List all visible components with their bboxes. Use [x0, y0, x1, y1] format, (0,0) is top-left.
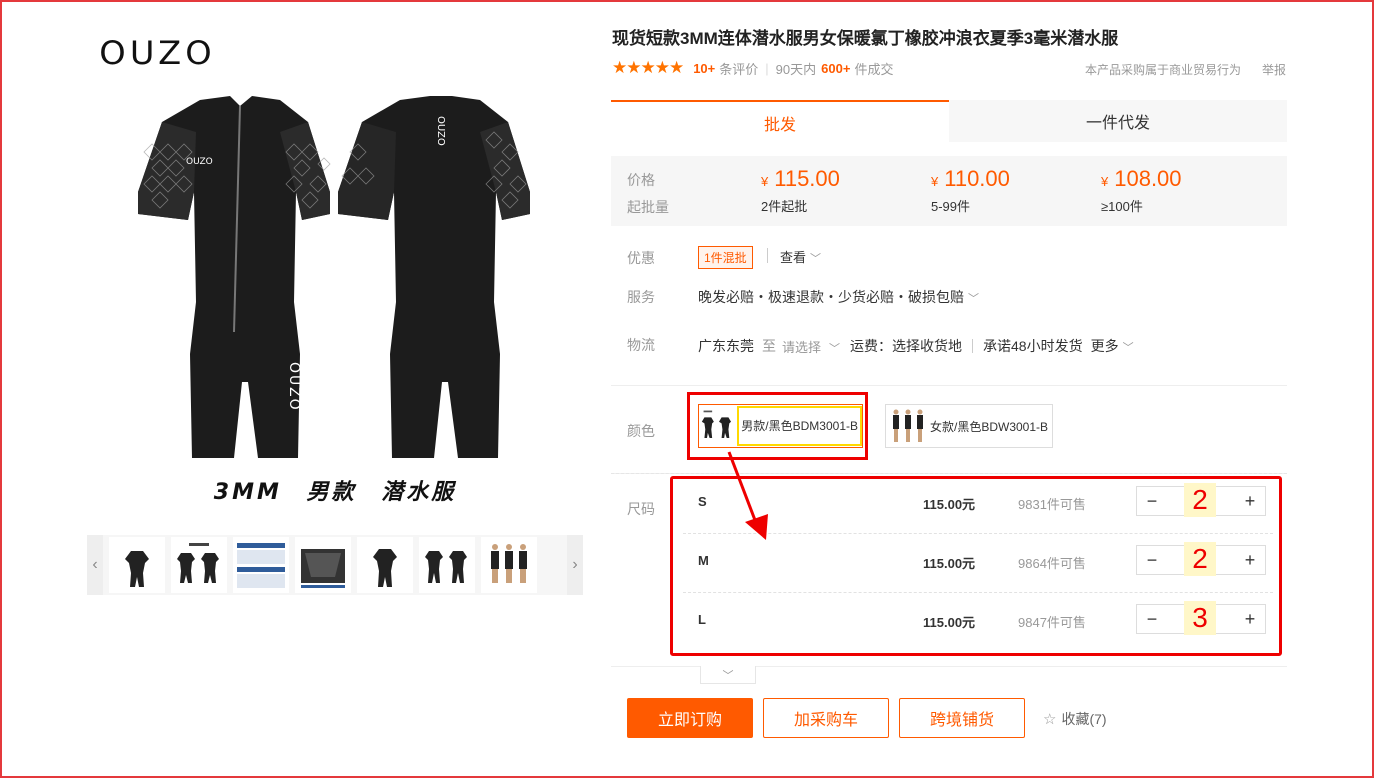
chevron-down-icon: ﹀	[810, 253, 822, 265]
wetsuit-back-image: OUZO	[338, 96, 530, 458]
discount-badge: 1件混批	[698, 246, 753, 269]
stats-divider: |	[765, 60, 769, 76]
view-discount-dropdown[interactable]: 查看 ﹀	[780, 247, 821, 266]
wetsuit-front-image: OUZO OUZO	[138, 96, 331, 458]
chevron-down-icon: ﹀	[968, 293, 979, 305]
thumbnail-2[interactable]	[171, 537, 227, 593]
thumbnail-7[interactable]	[481, 537, 537, 593]
tier-qty: 5-99件	[931, 199, 971, 214]
service-guarantees[interactable]: 晚发必赔・极速退款・少货必赔・破损包赔 ﹀	[698, 287, 979, 307]
rating-stars-icon: ★★★★★	[612, 58, 684, 77]
purchase-tabs: 批发 一件代发	[611, 100, 1287, 144]
female-suit-swatch-image	[893, 409, 923, 442]
thumbnail-3[interactable]	[233, 537, 289, 593]
tier-qty: 2件起批	[761, 199, 808, 214]
price-table: 价格 起批量 ¥115.00 2件起批 ¥110.00 5-99件 ¥108.0…	[611, 156, 1287, 226]
add-to-cart-button[interactable]: 加采购车	[763, 698, 889, 738]
to-label: 至	[762, 338, 776, 354]
favorite-button[interactable]: ☆ 收藏(7)	[1043, 709, 1107, 729]
thumbnail-strip: ‹ ›	[87, 535, 583, 595]
trade-notice: 本产品采购属于商业贸易行为	[1085, 63, 1242, 77]
logistics-more-dropdown[interactable]: 更多 ﹀	[1091, 336, 1134, 356]
tier-price: ¥110.00	[931, 166, 1010, 191]
thumbnail-1[interactable]	[109, 537, 165, 593]
color-option-female-black[interactable]: 女款/黑色BDW3001-B	[885, 404, 1053, 448]
review-count[interactable]: 10+	[693, 61, 715, 76]
product-stats: ★★★★★ 10+ 条评价 | 90天内 600+ 件成交	[612, 58, 893, 78]
buy-now-button[interactable]: 立即订购	[627, 698, 753, 738]
main-product-image[interactable]: OUZO OUZO OUZO	[130, 92, 540, 472]
product-title: 现货短款3MM连体潜水服男女保暖氯丁橡胶冲浪衣夏季3毫米潜水服	[612, 29, 1119, 48]
tab-dropship[interactable]: 一件代发	[949, 100, 1287, 142]
svg-text:OUZO: OUZO	[286, 362, 302, 412]
sold-label: 件成交	[854, 61, 894, 77]
sold-count: 600+	[821, 60, 851, 76]
period-label: 90天内	[775, 61, 817, 77]
discount-label: 优惠	[627, 250, 655, 266]
annotation-box-size	[670, 476, 1282, 656]
color-label: 颜色	[627, 423, 655, 439]
price-label: 价格	[627, 172, 655, 188]
brand-logo: OUZO	[99, 34, 216, 72]
color-option-label: 女款/黑色BDW3001-B	[930, 419, 1049, 434]
logistics-label: 物流	[627, 337, 655, 353]
tier-qty: ≥100件	[1101, 199, 1143, 214]
favorite-label: 收藏(7)	[1061, 711, 1107, 727]
thumbnail-5[interactable]	[357, 537, 413, 593]
chevron-down-icon: ﹀	[829, 342, 841, 355]
svg-text:OUZO: OUZO	[186, 157, 213, 167]
origin-city: 广东东莞	[698, 338, 754, 354]
svg-text:OUZO: OUZO	[435, 116, 446, 146]
annotation-box-color	[687, 392, 868, 460]
section-divider	[611, 385, 1287, 386]
logistics-divider	[972, 339, 974, 353]
image-caption: 3MM 男款 潜水服	[213, 480, 457, 505]
thumbnail-6[interactable]	[419, 537, 475, 593]
chevron-down-icon: ﹀	[1122, 342, 1134, 354]
thumbnail-4[interactable]	[295, 537, 351, 593]
discount-divider	[767, 248, 768, 263]
shipping-promise: 承诺48小时发货	[983, 338, 1083, 354]
cross-border-listing-button[interactable]: 跨境铺货	[899, 698, 1025, 738]
tier-price: ¥115.00	[761, 166, 840, 191]
moq-label: 起批量	[627, 199, 669, 215]
chevron-left-icon[interactable]: ‹	[87, 535, 103, 595]
report-link[interactable]: 举报	[1262, 61, 1286, 78]
chevron-right-icon[interactable]: ›	[567, 535, 583, 595]
star-outline-icon: ☆	[1043, 711, 1057, 728]
tier-price: ¥108.00	[1101, 166, 1182, 191]
shipping-fee: 运费：选择收货地	[850, 338, 963, 354]
logistics-info: 广东东莞 至 请选择 ﹀ 运费：选择收货地 承诺48小时发货 更多 ﹀	[698, 336, 1134, 356]
tab-wholesale[interactable]: 批发	[611, 100, 949, 144]
chevron-down-icon[interactable]: ﹀	[700, 666, 756, 684]
size-label: 尺码	[627, 501, 655, 517]
service-label: 服务	[627, 289, 655, 305]
destination-select[interactable]: 请选择 ﹀	[782, 337, 840, 356]
review-label[interactable]: 条评价	[719, 59, 758, 78]
